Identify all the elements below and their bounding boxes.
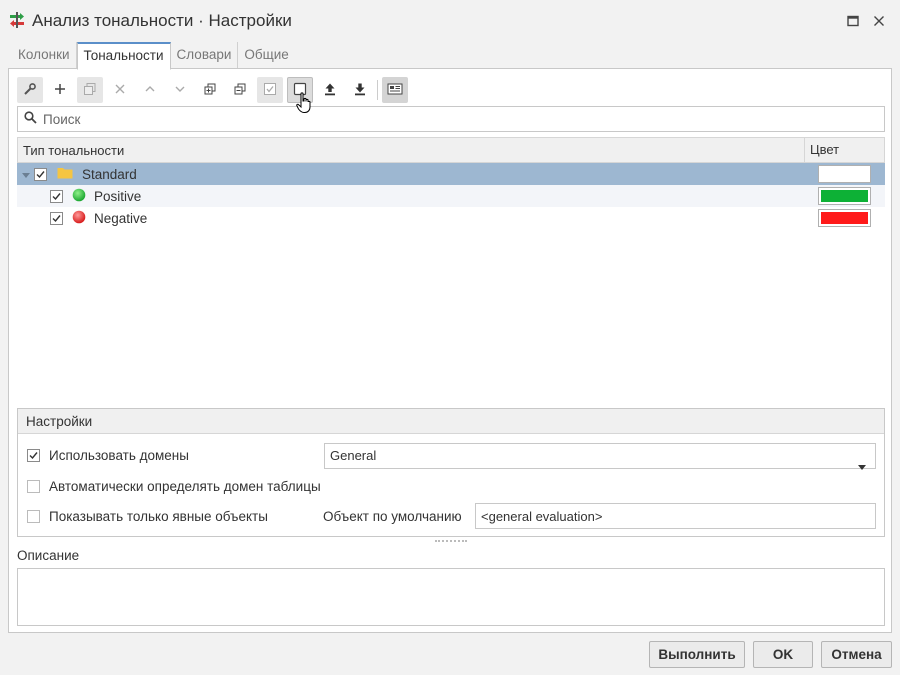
cancel-button[interactable]: Отмена	[821, 641, 892, 668]
search-box	[17, 106, 885, 132]
column-header-color[interactable]: Цвет	[804, 138, 884, 162]
sentiment-panel: Тип тональности Цвет Standard Positive	[8, 68, 892, 633]
upload-icon	[323, 82, 337, 99]
export-button[interactable]	[347, 77, 373, 103]
delete-icon	[114, 83, 126, 98]
duplicate-icon	[83, 82, 97, 99]
explicit-only-checkbox[interactable]	[27, 510, 40, 523]
ok-button[interactable]: OK	[753, 641, 813, 668]
view-mode-button[interactable]	[382, 77, 408, 103]
tab-sentiments[interactable]: Тональности	[76, 42, 171, 70]
move-down-button[interactable]	[167, 77, 193, 103]
tab-general[interactable]: Общие	[238, 42, 294, 68]
download-icon	[353, 82, 367, 99]
add-button[interactable]	[47, 77, 73, 103]
search-input[interactable]	[41, 110, 841, 128]
use-domains-label: Использовать домены	[49, 448, 189, 463]
check-all-icon	[263, 82, 277, 99]
wrench-icon	[23, 82, 37, 99]
use-domains-checkbox[interactable]	[27, 449, 40, 462]
tab-dictionaries[interactable]: Словари	[171, 42, 239, 68]
row-label: Negative	[94, 210, 148, 226]
row-label: Positive	[94, 188, 142, 204]
collapse-all-icon	[233, 82, 247, 99]
tree-row-standard[interactable]: Standard	[17, 163, 885, 185]
dropdown-arrow-icon	[858, 454, 866, 478]
explicit-only-option[interactable]: Показывать только явные объекты	[27, 509, 268, 524]
folder-icon	[57, 166, 73, 182]
default-object-label: Объект по умолчанию	[323, 509, 462, 524]
toolbar-separator	[377, 80, 378, 100]
run-button[interactable]: Выполнить	[649, 641, 745, 668]
settings-group: Настройки Использовать домены General Ав…	[17, 408, 885, 537]
tree-row-positive[interactable]: Positive	[17, 185, 885, 207]
auto-detect-option[interactable]: Автоматически определять домен таблицы	[27, 479, 321, 494]
row-label: Standard	[82, 166, 137, 182]
column-header-type[interactable]: Тип тональности	[18, 143, 804, 158]
delete-button[interactable]	[107, 77, 133, 103]
collapse-arrow-icon[interactable]	[22, 167, 30, 182]
domain-select-value: General	[330, 448, 377, 463]
move-up-button[interactable]	[137, 77, 163, 103]
color-swatch-positive[interactable]	[818, 187, 871, 205]
maximize-icon[interactable]	[844, 12, 862, 30]
view-mode-icon	[387, 82, 403, 99]
settings-header: Настройки	[18, 409, 884, 434]
tab-bar: Колонки Тональности Словари Общие	[12, 42, 295, 70]
plus-icon	[54, 83, 66, 98]
auto-detect-label: Автоматически определять домен таблицы	[49, 479, 321, 494]
expand-all-icon	[203, 82, 217, 99]
title-bar: Анализ тональности · Настройки	[0, 0, 900, 42]
import-button[interactable]	[317, 77, 343, 103]
hand-cursor-icon	[296, 92, 312, 117]
checkbox-standard[interactable]	[34, 167, 47, 181]
green-circle-icon	[72, 188, 86, 205]
use-domains-option[interactable]: Использовать домены	[27, 448, 189, 463]
grid-header: Тип тональности Цвет	[17, 137, 885, 163]
close-icon[interactable]	[870, 12, 888, 30]
default-object-field[interactable]	[475, 503, 876, 529]
tree-row-negative[interactable]: Negative	[17, 207, 885, 229]
duplicate-button[interactable]	[77, 77, 103, 103]
description-label: Описание	[17, 548, 80, 563]
color-swatch-standard[interactable]	[818, 165, 871, 183]
chevron-down-icon	[174, 83, 186, 98]
search-icon	[24, 111, 37, 127]
collapse-all-button[interactable]	[227, 77, 253, 103]
sentiment-app-icon	[8, 11, 26, 29]
checkbox-positive[interactable]	[50, 189, 63, 203]
auto-detect-checkbox[interactable]	[27, 480, 40, 493]
tab-columns[interactable]: Колонки	[12, 42, 77, 68]
red-circle-icon	[72, 210, 86, 227]
check-all-button[interactable]	[257, 77, 283, 103]
description-field[interactable]	[17, 568, 885, 626]
splitter-grip[interactable]	[435, 540, 467, 542]
settings-button[interactable]	[17, 77, 43, 103]
chevron-up-icon	[144, 83, 156, 98]
checkbox-negative[interactable]	[50, 211, 63, 225]
sentiment-grid: Тип тональности Цвет Standard Positive N…	[17, 137, 885, 407]
window-title: Анализ тональности · Настройки	[32, 11, 292, 30]
expand-all-button[interactable]	[197, 77, 223, 103]
explicit-only-label: Показывать только явные объекты	[49, 509, 268, 524]
color-swatch-negative[interactable]	[818, 209, 871, 227]
toolbar	[17, 77, 412, 103]
domain-select[interactable]: General	[324, 443, 876, 470]
